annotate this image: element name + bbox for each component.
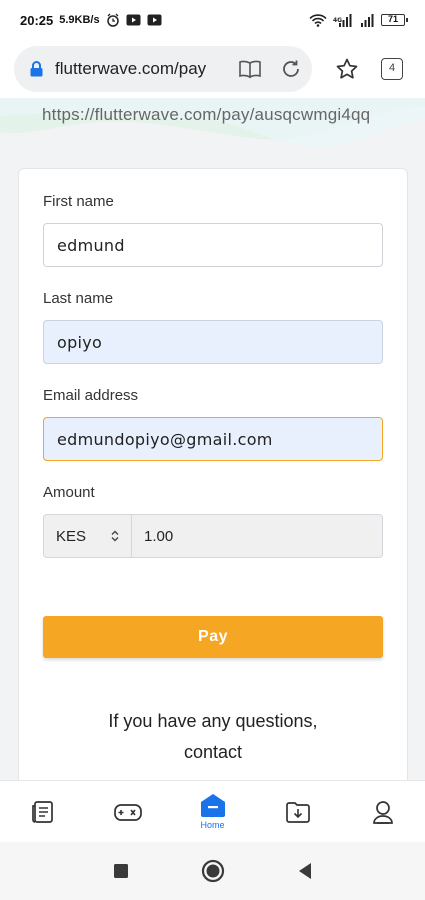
browser-bottom-nav: Home <box>0 780 425 842</box>
nav-downloads[interactable] <box>268 800 328 824</box>
news-feed-icon <box>31 800 53 823</box>
email-field-group: Email address edmundopiyo@gmail.com <box>43 387 383 461</box>
svg-text:4G: 4G <box>333 17 342 24</box>
help-text-line-2: contact <box>183 742 243 762</box>
url-text[interactable]: flutterwave.com/pay <box>55 59 228 79</box>
game-controller-icon <box>113 803 142 821</box>
amount-input-row: KES 1.00 <box>43 514 383 558</box>
amount-input[interactable]: 1.00 <box>132 515 382 557</box>
amount-label: Amount <box>43 484 95 501</box>
first-name-label: First name <box>43 193 114 210</box>
payment-form-card: First name edmund Last name opiyo Email … <box>18 168 408 780</box>
nav-home[interactable]: Home <box>183 793 243 830</box>
battery-icon: 71 <box>381 14 408 26</box>
nav-games[interactable] <box>98 799 158 825</box>
first-name-input[interactable]: edmund <box>43 223 383 267</box>
email-input[interactable]: edmundopiyo@gmail.com <box>43 417 383 461</box>
browser-toolbar: flutterwave.com/pay 4 <box>0 40 425 98</box>
home-button[interactable] <box>201 859 225 883</box>
payment-link-url[interactable]: https://flutterwave.com/pay/ausqcwmgi4qq <box>42 105 370 125</box>
profile-icon <box>372 800 393 824</box>
nav-news-feed[interactable] <box>13 799 73 825</box>
lock-icon <box>30 61 43 77</box>
last-name-input[interactable]: opiyo <box>43 320 383 364</box>
select-arrows-icon <box>111 530 119 542</box>
alarm-icon <box>106 13 119 27</box>
last-name-field-group: Last name opiyo <box>43 290 383 364</box>
back-button[interactable] <box>297 862 313 880</box>
email-label: Email address <box>43 387 139 404</box>
nav-profile[interactable] <box>353 799 413 825</box>
help-text-line-1: If you have any questions, <box>108 711 318 731</box>
video-notification-icon-2 <box>147 14 162 26</box>
amount-field-group: Amount KES 1.00 <box>43 484 383 558</box>
status-bar: 20:25 5.9KB/s 4G 71 <box>0 0 425 40</box>
reload-icon[interactable] <box>280 58 302 80</box>
video-notification-icon <box>126 14 141 26</box>
help-text: If you have any questions, contact <box>43 706 383 768</box>
web-page: https://flutterwave.com/pay/ausqcwmgi4qq… <box>0 98 425 780</box>
address-bar[interactable]: flutterwave.com/pay <box>14 46 312 92</box>
download-folder-icon <box>285 801 310 823</box>
home-icon <box>200 794 225 817</box>
recent-apps-button[interactable] <box>113 863 129 879</box>
first-name-field-group: First name edmund <box>43 193 383 267</box>
signal-icon: 4G <box>333 13 352 27</box>
system-navigation-bar <box>0 842 425 900</box>
wifi-icon <box>309 13 327 27</box>
bookmark-star-icon[interactable] <box>335 57 359 81</box>
network-speed: 5.9KB/s <box>59 14 100 26</box>
reader-mode-icon[interactable] <box>238 59 262 79</box>
last-name-label: Last name <box>43 290 114 307</box>
currency-value: KES <box>56 527 87 545</box>
currency-select[interactable]: KES <box>44 515 132 557</box>
status-time: 20:25 <box>20 12 54 28</box>
pay-button[interactable]: Pay <box>43 616 383 658</box>
tab-switcher-button[interactable]: 4 <box>381 58 403 80</box>
nav-home-label: Home <box>200 820 225 830</box>
signal-icon-2 <box>361 13 374 27</box>
